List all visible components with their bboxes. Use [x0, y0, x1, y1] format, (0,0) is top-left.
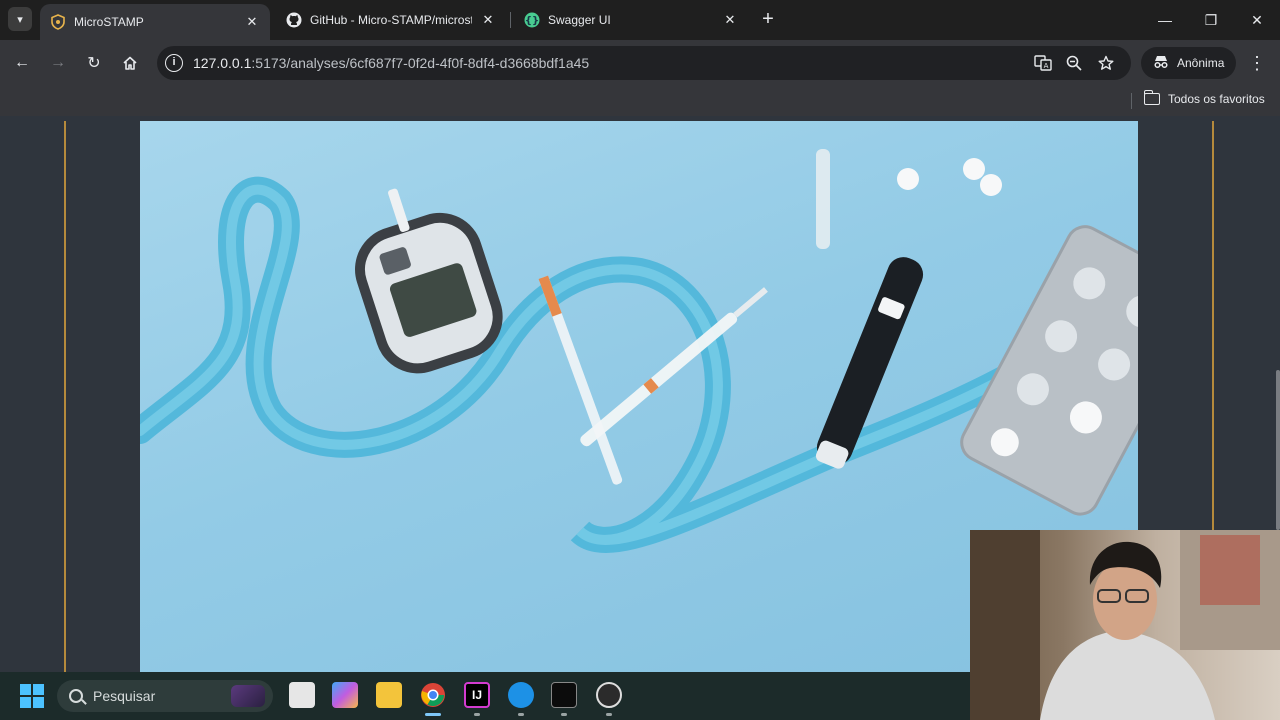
chrome-running-indicator [425, 713, 441, 716]
close-icon[interactable]: ✕ [480, 12, 496, 28]
restore-button[interactable]: ❐ [1188, 0, 1234, 40]
home-button[interactable] [116, 49, 144, 77]
tab-title: GitHub - Micro-STAMP/microst [310, 13, 472, 27]
chevron-down-icon: ▾ [17, 13, 23, 26]
translate-icon[interactable]: A [1032, 52, 1054, 74]
swagger-icon: {} [524, 12, 540, 28]
new-tab-button[interactable]: + [757, 8, 779, 30]
terminal-icon[interactable] [551, 682, 577, 708]
tab-strip: ▾ MicroSTAMP ✕ GitHub - Micro-STAMP/micr… [0, 0, 1280, 40]
obs-icon[interactable] [596, 682, 622, 708]
webcam-person-image [970, 530, 1280, 720]
reload-button[interactable]: ↻ [80, 49, 108, 77]
windows-logo-icon [20, 684, 44, 708]
webcam-overlay [970, 530, 1280, 720]
windows-start-button[interactable] [20, 684, 44, 708]
tab-search-button[interactable]: ▾ [8, 7, 32, 31]
browser-toolbar: ← → ↻ i 127.0.0.1:5173/analyses/6cf687f7… [0, 40, 1280, 86]
minimize-button[interactable]: — [1142, 0, 1188, 40]
tab-separator [510, 12, 511, 28]
arrow-right-icon: → [50, 54, 66, 71]
intellij-running-indicator [474, 713, 480, 716]
arrow-left-icon: ← [14, 54, 30, 71]
svg-text:A: A [1044, 62, 1049, 70]
incognito-profile-button[interactable]: Anônima [1141, 47, 1236, 79]
incognito-icon [1153, 55, 1169, 72]
chrome-icon[interactable] [420, 682, 446, 708]
home-icon [123, 56, 137, 70]
docker-icon[interactable] [508, 682, 534, 708]
file-explorer-icon[interactable] [376, 682, 402, 708]
back-button[interactable]: ← [8, 49, 36, 77]
url-text[interactable]: 127.0.0.1:5173/analyses/6cf687f7-0f2d-4f… [193, 55, 589, 71]
page-scrollbar[interactable] [1276, 370, 1280, 530]
window-close-button[interactable]: ✕ [1234, 0, 1280, 40]
github-icon [286, 12, 302, 28]
search-icon [69, 689, 83, 703]
windows-taskbar: Pesquisar IJ [0, 672, 970, 720]
bookmarks-separator [1131, 93, 1132, 109]
address-bar[interactable]: i 127.0.0.1:5173/analyses/6cf687f7-0f2d-… [157, 46, 1131, 80]
shield-icon [50, 14, 66, 30]
star-icon[interactable] [1095, 52, 1117, 74]
tab-title: MicroSTAMP [74, 15, 144, 29]
taskbar-search-placeholder: Pesquisar [93, 688, 156, 704]
more-menu-icon[interactable]: ⋮ [1246, 49, 1268, 77]
url-host: 127.0.0.1 [193, 55, 252, 71]
reload-icon: ↻ [87, 55, 101, 72]
tab-swagger[interactable]: {} Swagger UI ✕ [514, 0, 748, 40]
tab-microstamp[interactable]: MicroSTAMP ✕ [40, 4, 270, 40]
forward-button[interactable]: → [44, 49, 72, 77]
copilot-icon[interactable] [332, 682, 358, 708]
tab-github[interactable]: GitHub - Micro-STAMP/microst ✕ [276, 0, 506, 40]
intellij-icon[interactable]: IJ [464, 682, 490, 708]
url-path: :5173/analyses/6cf687f7-0f2d-4f0f-8df4-d… [251, 55, 590, 71]
tab-title: Swagger UI [548, 13, 611, 27]
obs-running-indicator [606, 713, 612, 716]
docker-running-indicator [518, 713, 524, 716]
search-highlight-image [231, 685, 265, 707]
bookmarks-bar: Todos os favoritos [0, 86, 1280, 116]
close-icon[interactable]: ✕ [244, 14, 260, 30]
site-info-icon[interactable]: i [165, 54, 183, 72]
taskbar-search[interactable]: Pesquisar [57, 680, 273, 712]
folder-icon [1143, 90, 1160, 105]
svg-text:{}: {} [525, 16, 539, 27]
close-icon[interactable]: ✕ [722, 12, 738, 28]
all-bookmarks-label: Todos os favoritos [1168, 92, 1265, 106]
all-bookmarks-button[interactable]: Todos os favoritos [1143, 90, 1265, 106]
zoom-icon[interactable] [1063, 52, 1085, 74]
left-border-line [64, 121, 66, 672]
terminal-running-indicator [561, 713, 567, 716]
task-view-icon[interactable] [289, 682, 315, 708]
profile-label: Anônima [1177, 56, 1225, 70]
